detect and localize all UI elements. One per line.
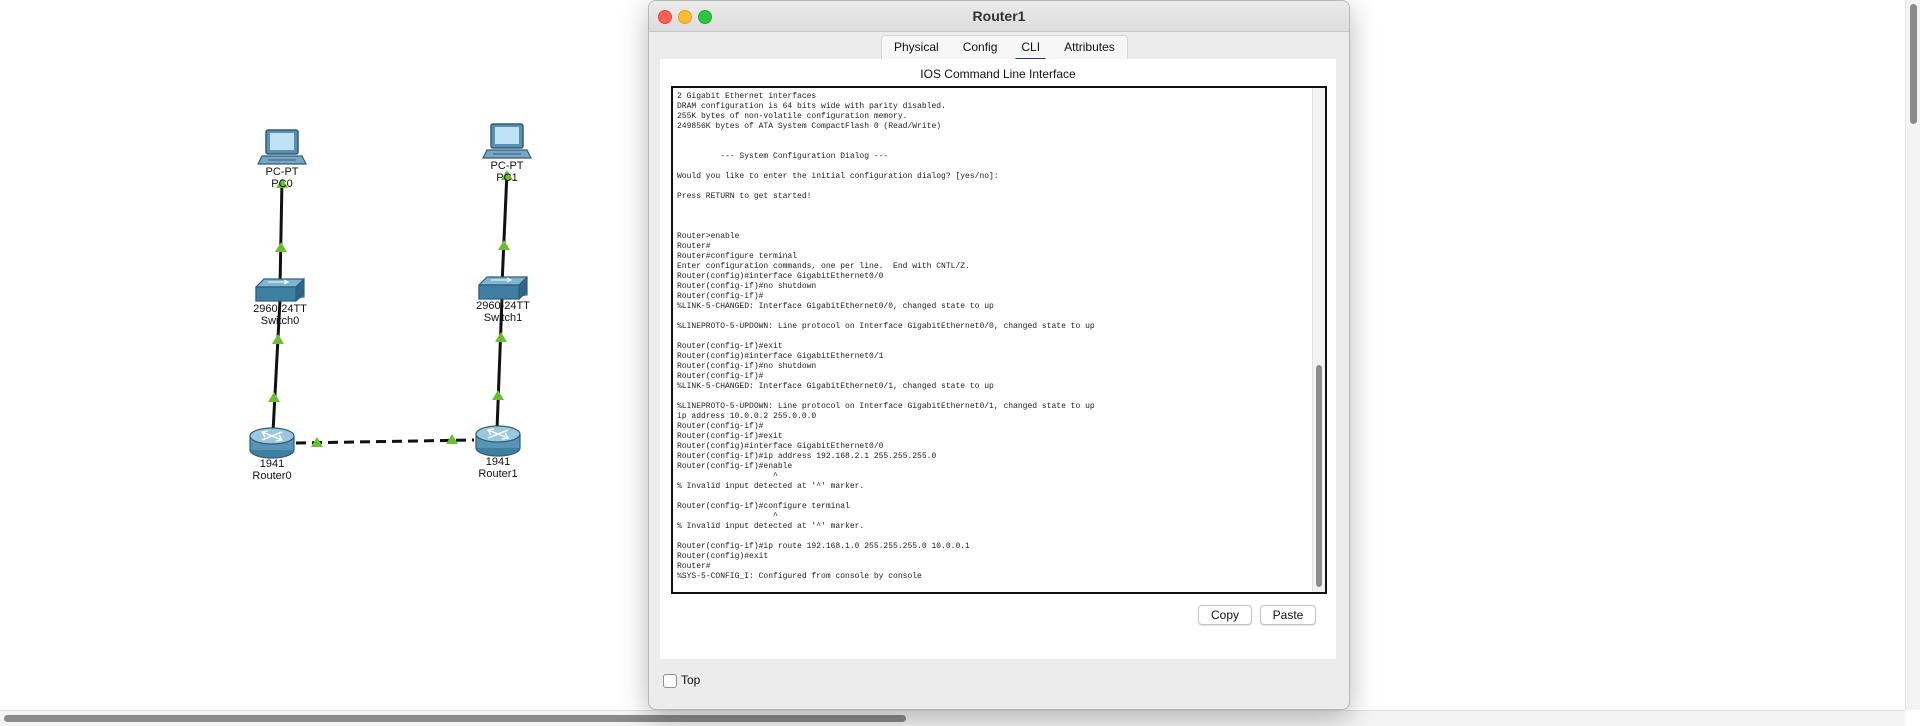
device-config-window: Router1 Physical Config CLI Attributes I… (648, 0, 1350, 710)
top-checkbox-label: Top (681, 673, 701, 687)
device-name: Switch1 (483, 312, 523, 324)
link-status-icon (268, 392, 280, 402)
horizontal-scrollbar[interactable] (0, 710, 1905, 726)
tab-cli[interactable]: CLI (1009, 36, 1052, 61)
device-label-pc1[interactable]: PC-PT PC1 (491, 160, 524, 184)
router-icon[interactable] (475, 425, 521, 457)
switch-icon[interactable] (478, 276, 528, 300)
device-label-switch1[interactable]: 2960-24TT Switch1 (476, 300, 530, 324)
device-model: PC-PT (265, 166, 299, 178)
device-model: 1941 (485, 456, 511, 468)
device-label-router1[interactable]: 1941 Router1 (478, 456, 517, 480)
paste-button[interactable]: Paste (1260, 605, 1316, 625)
link-status-icon (492, 390, 504, 400)
console-output[interactable]: Processor board ID FTX152400KS 2 Gigabit… (677, 88, 1297, 582)
horizontal-scrollbar-thumb[interactable] (4, 715, 906, 722)
device-label-pc0[interactable]: PC-PT PC0 (266, 166, 299, 190)
device-model: PC-PT (490, 160, 524, 172)
console-scrollbar-thumb[interactable] (1316, 365, 1322, 587)
console-scrollbar[interactable] (1312, 88, 1325, 592)
top-checkbox[interactable] (663, 674, 677, 688)
tab-bar: Physical Config CLI Attributes (649, 35, 1349, 61)
link-status-icon (498, 240, 510, 250)
device-name: PC0 (271, 178, 293, 190)
pc-icon[interactable] (257, 129, 307, 165)
device-name: Switch0 (260, 315, 300, 327)
link-status-icon (495, 332, 507, 342)
copy-button[interactable]: Copy (1198, 605, 1252, 625)
window-title: Router1 (972, 8, 1026, 24)
device-name: PC1 (496, 172, 518, 184)
link-status-icon (272, 334, 284, 344)
router-icon[interactable] (249, 427, 295, 459)
link-pc1-switch1[interactable] (500, 171, 509, 286)
device-name: Router0 (252, 470, 292, 482)
tab-config[interactable]: Config (951, 36, 1010, 60)
device-model: 2960-24TT (476, 300, 530, 312)
device-name: Router1 (478, 468, 518, 480)
pc-icon[interactable] (482, 123, 532, 159)
device-model: 2960-24TT (253, 303, 307, 315)
tab-attributes[interactable]: Attributes (1052, 36, 1127, 60)
link-status-icon (275, 242, 287, 252)
cli-panel: IOS Command Line Interface Processor boa… (660, 59, 1336, 659)
link-pc0-switch0[interactable] (278, 179, 284, 288)
vertical-scrollbar[interactable] (1905, 0, 1920, 710)
device-label-router0[interactable]: 1941 Router0 (252, 458, 291, 482)
device-model: 1941 (259, 458, 285, 470)
window-titlebar[interactable]: Router1 (649, 1, 1349, 32)
panel-heading: IOS Command Line Interface (920, 67, 1076, 81)
cli-console[interactable]: Processor board ID FTX152400KS 2 Gigabit… (671, 86, 1327, 594)
device-label-switch0[interactable]: 2960-24TT Switch0 (253, 303, 307, 327)
vertical-scrollbar-thumb[interactable] (1910, 4, 1917, 124)
tab-physical[interactable]: Physical (882, 36, 951, 60)
switch-icon[interactable] (255, 278, 305, 302)
